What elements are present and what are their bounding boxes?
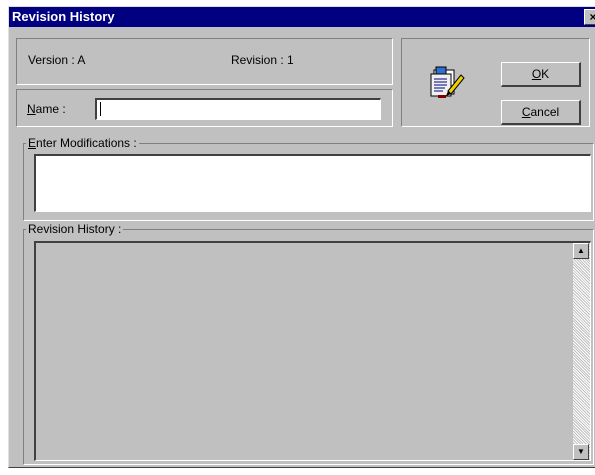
- window-title: Revision History: [12, 9, 115, 24]
- revision-history-dialog: Revision History × Version : A Revision …: [8, 6, 595, 468]
- revision-history-label: Revision History :: [26, 222, 124, 236]
- document-edit-icon: [428, 61, 468, 101]
- modifications-input[interactable]: [34, 154, 591, 212]
- modifications-group: Enter Modifications :: [23, 136, 594, 221]
- chevron-down-icon: ▼: [577, 447, 585, 456]
- actions-panel: OK Cancel: [401, 38, 590, 127]
- name-label: Name :: [27, 102, 66, 116]
- name-panel: Name :: [16, 89, 393, 127]
- modifications-label: Enter Modifications :: [26, 136, 139, 150]
- scroll-down-button[interactable]: ▼: [573, 444, 589, 460]
- revision-history-group: Revision History : ▲ ▼: [23, 222, 594, 465]
- version-label: Version : A: [28, 53, 86, 67]
- text-cursor: [100, 102, 101, 116]
- revision-history-list[interactable]: ▲ ▼: [34, 241, 591, 461]
- title-bar[interactable]: Revision History ×: [9, 7, 595, 27]
- scroll-up-button[interactable]: ▲: [573, 243, 589, 259]
- vertical-scrollbar[interactable]: ▲ ▼: [573, 243, 590, 460]
- version-info-panel: Version : A Revision : 1: [16, 38, 393, 85]
- chevron-up-icon: ▲: [577, 246, 585, 255]
- revision-label: Revision : 1: [231, 53, 294, 67]
- close-button[interactable]: ×: [584, 9, 595, 25]
- ok-button[interactable]: OK: [501, 62, 581, 87]
- cancel-button[interactable]: Cancel: [501, 100, 581, 125]
- name-input[interactable]: [95, 98, 381, 120]
- close-icon: ×: [589, 10, 595, 24]
